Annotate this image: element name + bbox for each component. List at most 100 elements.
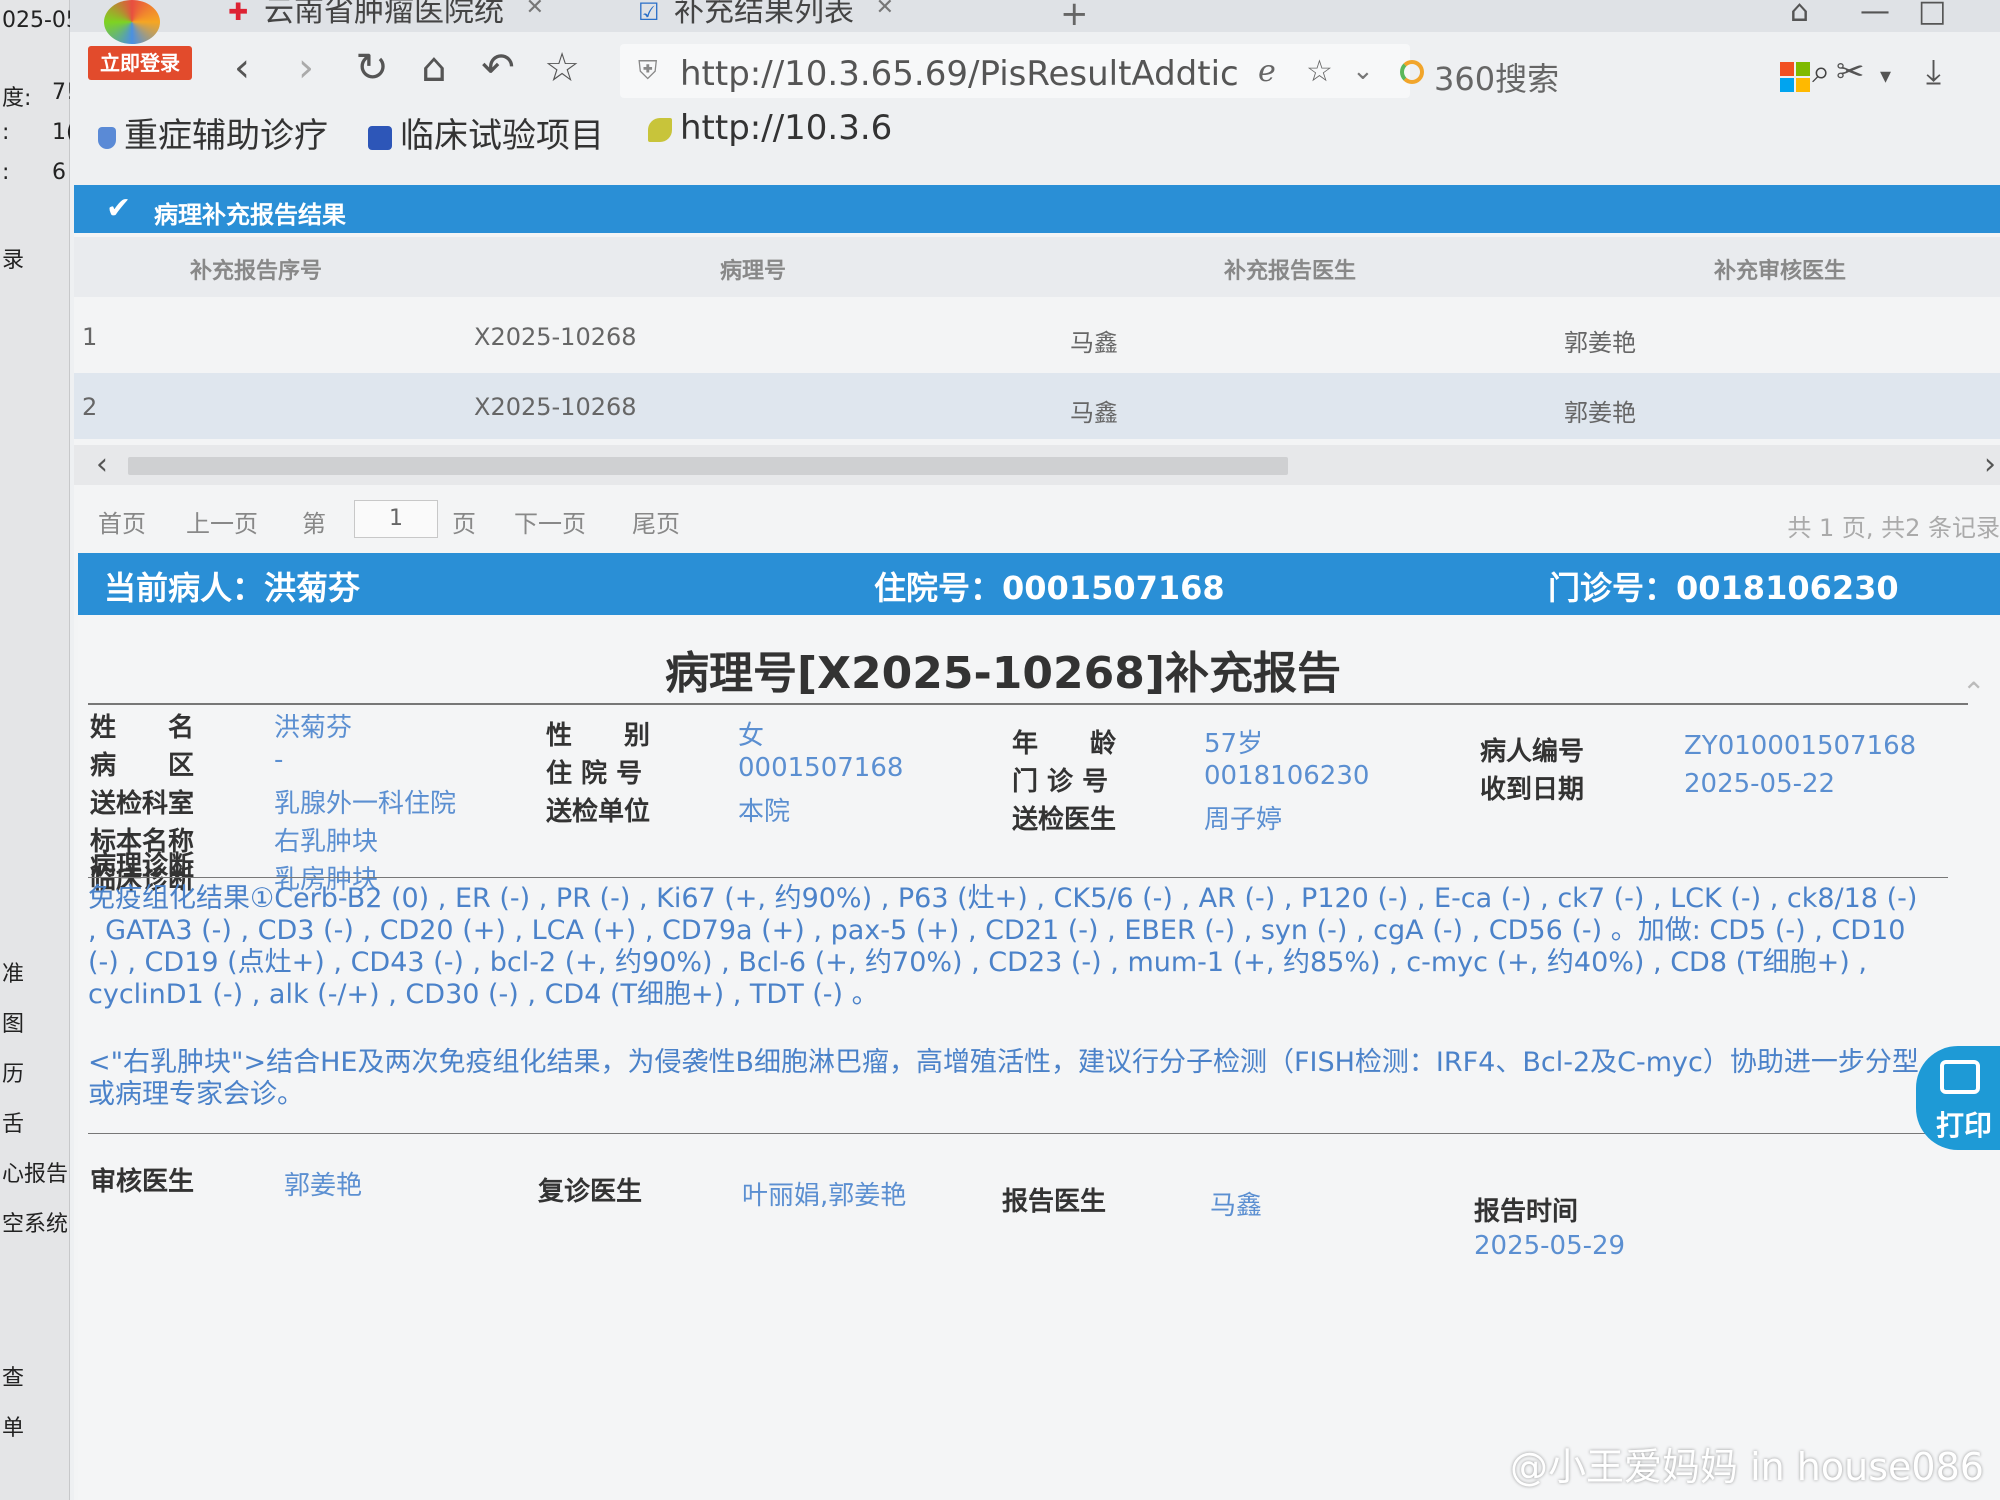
maximize-button[interactable]: □	[1918, 0, 1946, 29]
pager: 首页 上一页 第 1 页 下一页 尾页 共 1 页, 共2 条记录	[74, 490, 2000, 550]
received-label: 收到日期	[1480, 775, 1585, 805]
specimen-value: 右乳肿块	[274, 827, 379, 857]
strip-text: 录	[2, 248, 25, 273]
undo-icon[interactable]: ↶	[476, 46, 520, 90]
browser-logo-icon	[104, 0, 160, 44]
refresh-icon[interactable]: ↻	[350, 46, 394, 90]
bookmark-star-icon[interactable]: ☆	[1306, 54, 1333, 89]
column-header[interactable]: 病理号	[720, 253, 786, 285]
shield-icon: ⛨	[638, 56, 658, 86]
printer-icon	[1940, 1060, 1980, 1094]
panel-header: ✔ 病理补充报告结果	[74, 185, 2000, 233]
immunohistochemistry-result: 免疫组化结果①Cerb-B2 (0) , ER (-) , PR (-) , K…	[88, 883, 1918, 1010]
strip-text: 历	[2, 1062, 25, 1087]
column-header[interactable]: 补充审核医生	[1714, 253, 1846, 285]
forward-icon[interactable]: ›	[284, 46, 328, 90]
close-tab-icon[interactable]: ✕	[526, 0, 544, 20]
row-pathology-no: X2025-10268	[474, 393, 637, 421]
sender-value: 周子婷	[1204, 805, 1283, 835]
checkbox-tab-icon: ☑	[638, 0, 660, 26]
leaf-icon	[648, 117, 672, 142]
print-button[interactable]: 打印	[1916, 1046, 2000, 1150]
divider	[88, 877, 1948, 878]
watermark: @小王爱妈妈 in house086	[1510, 1445, 1984, 1489]
checkmark-icon: ✔	[106, 191, 132, 226]
back-icon[interactable]: ‹	[220, 46, 264, 90]
chevron-down-icon[interactable]: ▾	[1880, 64, 1891, 89]
page-number-input[interactable]: 1	[354, 500, 438, 538]
grid-header: 补充报告序号 病理号 补充报告医生 补充审核医生	[74, 237, 2000, 297]
download-icon[interactable]: ⤓	[1926, 52, 1941, 92]
search-input[interactable]: 360搜索	[1434, 54, 1559, 100]
strip-text: 单	[2, 1416, 25, 1441]
diagnosis-conclusion: <"右乳肿块">结合HE及两次免疫组化结果，为侵袭性B细胞淋巴瘤，高增殖活性，建…	[88, 1047, 1919, 1110]
report-time-value: 2025-05-29	[1474, 1231, 1626, 1261]
strip-text: 空系统	[2, 1212, 69, 1237]
horizontal-scrollbar[interactable]: ‹ ›	[74, 445, 2000, 485]
login-button[interactable]: 立即登录	[88, 46, 192, 80]
name-label: 姓 名	[90, 713, 195, 743]
last-page-link[interactable]: 尾页	[632, 504, 680, 539]
tab-supplement-list[interactable]: ☑ 补充结果列表 ✕	[630, 0, 894, 32]
inpatient-value: 0001507168	[738, 753, 904, 783]
home-icon[interactable]: ⌂	[412, 46, 456, 90]
new-tab-button[interactable]: +	[1060, 0, 1089, 34]
360-search-icon	[1400, 60, 1424, 84]
prev-page-link[interactable]: 上一页	[186, 504, 258, 539]
column-header[interactable]: 补充报告医生	[1224, 253, 1356, 285]
row-review-doctor: 郭姜艳	[1564, 399, 1636, 427]
strip-text: :	[2, 160, 10, 185]
reviewer-value: 郭姜艳	[284, 1171, 363, 1201]
bookmark-label: 重症辅助诊疗	[124, 116, 328, 156]
search-icon[interactable]: ⌕	[1812, 52, 1830, 91]
scrollbar-thumb[interactable]	[128, 457, 1288, 475]
scroll-left-icon[interactable]: ‹	[96, 447, 108, 482]
age-value: 57岁	[1204, 729, 1264, 759]
bookmark-item[interactable]: 重症辅助诊疗	[98, 108, 328, 157]
first-page-link[interactable]: 首页	[98, 504, 146, 539]
row-seq: 1	[82, 323, 98, 351]
age-label: 年 龄	[1012, 729, 1117, 759]
row-report-doctor: 马鑫	[1070, 399, 1118, 427]
close-tab-icon[interactable]: ✕	[876, 0, 894, 20]
tab-hospital[interactable]: ✚ 云南省肿瘤医院统 ✕	[220, 0, 544, 32]
shirt-skin-icon[interactable]: ⌂	[1790, 0, 1809, 29]
scroll-right-icon[interactable]: ›	[1984, 447, 1996, 482]
divider	[88, 1133, 1948, 1134]
star-icon[interactable]: ☆	[540, 46, 584, 90]
minimize-button[interactable]: —	[1860, 0, 1890, 29]
ie-mode-icon[interactable]: ℯ	[1258, 54, 1276, 89]
strip-text: 查	[2, 1366, 25, 1391]
sex-label: 性 别	[546, 721, 651, 751]
hospital-tab-icon: ✚	[228, 0, 249, 26]
received-value: 2025-05-22	[1684, 769, 1836, 799]
row-pathology-no: X2025-10268	[474, 323, 637, 351]
patient-id-value: ZY010001507168	[1684, 731, 1917, 761]
scroll-up-icon[interactable]: ⌃	[1962, 676, 1985, 709]
current-patient: 当前病人：洪菊芬	[104, 569, 361, 607]
search-box[interactable]: 360搜索 ⌕	[1390, 44, 1830, 98]
scissors-icon[interactable]: ✂	[1836, 52, 1865, 92]
table-row[interactable]: 2 X2025-10268 马鑫 郭姜艳	[74, 373, 2000, 439]
print-label: 打印	[1936, 1109, 1993, 1142]
tab-title: 云南省肿瘤医院统	[264, 0, 504, 29]
bookmark-item[interactable]: 临床试验项目	[368, 108, 604, 157]
bookmark-item[interactable]: http://10.3.6	[648, 108, 892, 148]
url-text[interactable]: http://10.3.65.69/PisResultAddtic	[680, 54, 1240, 94]
next-page-link[interactable]: 下一页	[514, 504, 586, 539]
bookmark-label: 临床试验项目	[400, 116, 604, 156]
apps-grid-icon[interactable]	[1780, 62, 1810, 92]
unit-label: 送检单位	[546, 797, 651, 827]
address-bar[interactable]: ⛨ http://10.3.65.69/PisResultAddtic ℯ ☆ …	[620, 44, 1410, 98]
report-time-label: 报告时间	[1474, 1197, 1579, 1227]
dept-label: 送检科室	[90, 789, 195, 819]
chevron-down-icon[interactable]: ⌄	[1352, 56, 1374, 86]
strip-text: 度:	[2, 86, 32, 111]
dept-value: 乳腺外一科住院	[274, 789, 457, 819]
supplement-report: 病理号[X2025-10268]补充报告 姓 名 洪菊芬 病 区 - 送检科室 …	[78, 615, 2000, 1500]
recheck-value: 叶丽娟,郭姜艳	[742, 1181, 907, 1211]
table-row[interactable]: 1 X2025-10268 马鑫 郭姜艳	[74, 303, 2000, 369]
recheck-label: 复诊医生	[538, 1177, 643, 1207]
column-header[interactable]: 补充报告序号	[190, 253, 322, 285]
bookmarks-bar: 重症辅助诊疗 临床试验项目 http://10.3.6	[70, 104, 2000, 160]
